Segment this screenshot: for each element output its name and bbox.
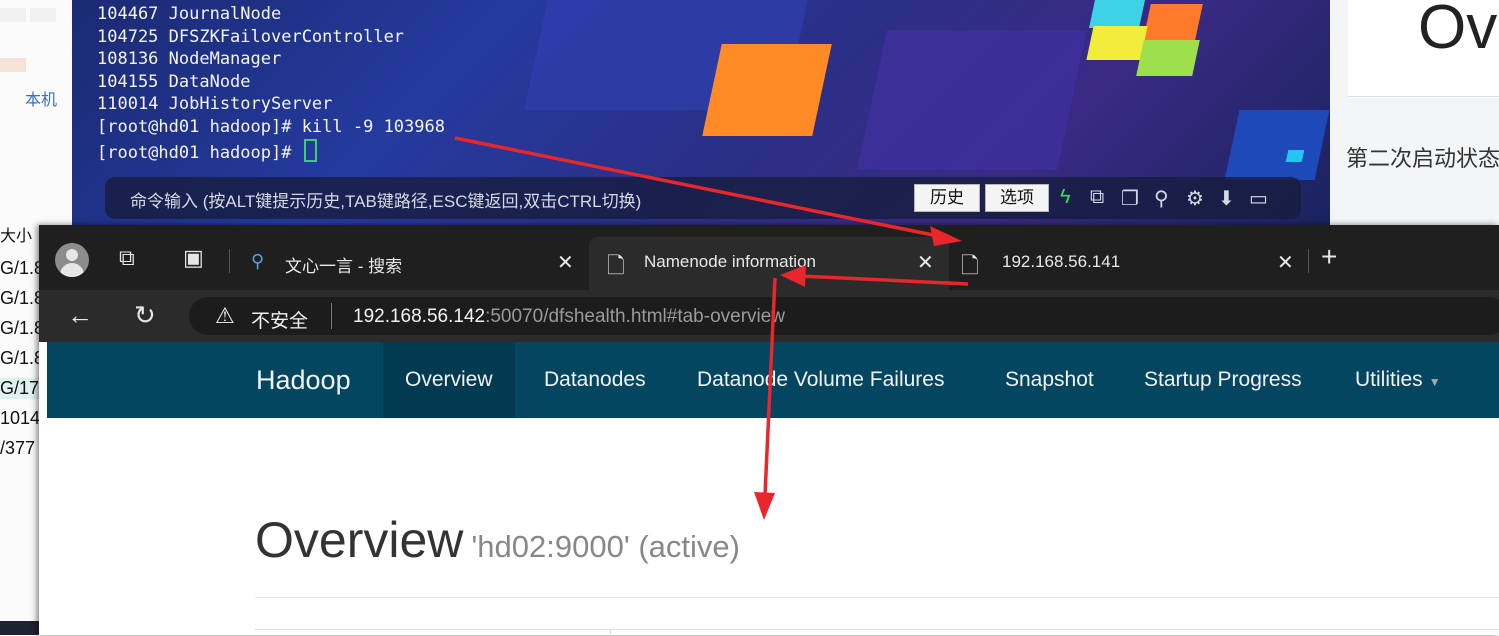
window-icon[interactable]: ▭ [1249, 186, 1268, 211]
terminal-line: 104725 DFSZKFailoverController [97, 26, 405, 47]
background-row: G/1.8 [0, 318, 45, 338]
background-text-fragment: 第二次启动状态 [1346, 147, 1499, 172]
search-icon: ⚲ [251, 251, 265, 271]
hadoop-navbar: Hadoop Overview Datanodes Datanode Volum… [47, 342, 1499, 418]
tab-actions-icon[interactable]: ▣ [183, 245, 204, 271]
url-text[interactable]: 192.168.56.142:50070/dfshealth.html#tab-… [353, 306, 785, 328]
wallpaper-tile [1086, 26, 1148, 60]
workspaces-icon[interactable]: ⧉ [119, 245, 135, 271]
caret-down-icon: ▼ [1428, 375, 1441, 389]
bolt-icon[interactable]: ϟ [1060, 186, 1071, 209]
wallpaper-tile [857, 30, 1087, 170]
terminal-line: 104467 JournalNode [97, 4, 282, 24]
close-icon[interactable]: ✕ [1277, 250, 1294, 275]
background-document-right: Ov 第二次启动状态 [1330, 0, 1499, 230]
background-thumbnail [0, 8, 26, 22]
nav-datanode-volume-failures[interactable]: Datanode Volume Failures [697, 342, 944, 418]
tab-title: Namenode information [644, 252, 816, 271]
close-icon[interactable]: ✕ [917, 250, 934, 275]
security-label[interactable]: 不安全 [251, 306, 308, 333]
gear-icon[interactable]: ⚙ [1186, 186, 1204, 211]
hadoop-brand[interactable]: Hadoop [256, 342, 351, 418]
back-arrow-icon[interactable]: ← [67, 300, 93, 331]
background-size-header: 大小 [0, 228, 33, 245]
divider [1348, 96, 1499, 97]
divider [331, 303, 332, 329]
nav-snapshot[interactable]: Snapshot [1005, 342, 1094, 418]
terminal-line: 110014 JobHistoryServer [97, 94, 333, 115]
background-thumbnail [30, 8, 56, 22]
background-row: G/1.8 [0, 258, 45, 278]
background-row: 1014 [0, 408, 41, 428]
history-button[interactable]: 历史 [914, 184, 980, 212]
nav-utilities[interactable]: Utilities ▼ [1355, 342, 1441, 418]
address-bar[interactable]: ⚠ 不安全 192.168.56.142:50070/dfshealth.htm… [189, 297, 1499, 335]
background-title-fragment: Ov [1418, 0, 1498, 62]
nav-datanodes[interactable]: Datanodes [544, 342, 646, 418]
warning-icon[interactable]: ⚠ [215, 303, 235, 329]
url-host: 192.168.56.142 [353, 306, 486, 327]
document-icon: 🗋 [607, 253, 625, 278]
paste-icon[interactable]: ❐ [1121, 186, 1139, 211]
browser-window: ⧉ ▣ ⚲ 文心一言 - 搜索 ✕ 🗋 Namenode information… [39, 225, 1499, 636]
tab-title: 文心一言 - 搜索 [285, 257, 403, 276]
nav-utilities-label: Utilities [1355, 368, 1423, 391]
wallpaper-tile [1224, 110, 1330, 180]
tab-title: 192.168.56.141 [1002, 252, 1121, 271]
divider [255, 597, 1499, 598]
background-taskbar-fragment [0, 621, 40, 635]
wallpaper-tile [1136, 40, 1200, 76]
command-input-placeholder[interactable]: 命令输入 (按ALT键提示历史,TAB键路径,ESC键返回,双击CTRL切换) [130, 187, 641, 212]
nav-startup-progress[interactable]: Startup Progress [1144, 342, 1302, 418]
nav-overview[interactable]: Overview [383, 342, 515, 418]
terminal-window[interactable]: 104467 JournalNode 104725 DFSZKFailoverC… [72, 0, 1330, 228]
wallpaper-tile [1089, 0, 1145, 28]
background-label: 本机 [25, 92, 58, 109]
tab-separator [229, 249, 230, 273]
search-icon[interactable]: ⚲ [1154, 186, 1169, 211]
background-row: G/1.8 [0, 288, 45, 308]
copy-icon[interactable]: ⧉ [1090, 186, 1104, 209]
wallpaper-tile [702, 44, 832, 136]
tab-strip: ⧉ ▣ ⚲ 文心一言 - 搜索 ✕ 🗋 Namenode information… [39, 225, 1499, 290]
options-button[interactable]: 选项 [985, 184, 1049, 212]
background-row: /377 [0, 438, 36, 458]
wallpaper-tile [1143, 4, 1203, 40]
new-tab-icon[interactable]: + [1321, 241, 1337, 273]
background-row: G/1.8 [0, 348, 45, 368]
url-path: :50070/dfshealth.html#tab-overview [485, 306, 786, 327]
page-title: Overview [255, 512, 464, 568]
download-icon[interactable]: ⬇ [1218, 186, 1235, 211]
terminal-line: [root@hd01 hadoop]# kill -9 103968 [97, 116, 445, 137]
tab-192-168-56-141[interactable]: 🗋 192.168.56.141 ✕ [957, 237, 1302, 290]
error-page-icon: 🗋 [961, 253, 979, 278]
background-row: G/17 [0, 378, 40, 399]
page-header: Overview'hd02:9000' (active) [255, 511, 740, 569]
profile-avatar[interactable] [55, 243, 89, 277]
tab-separator [1308, 249, 1309, 273]
wallpaper-tile [1285, 150, 1305, 162]
terminal-output: 104467 JournalNode 104725 DFSZKFailoverC… [97, 3, 445, 164]
tab-namenode-information[interactable]: 🗋 Namenode information ✕ [589, 237, 949, 290]
terminal-line: 104155 DataNode [97, 71, 251, 92]
address-row: ← ↻ ⚠ 不安全 192.168.56.142:50070/dfshealth… [39, 290, 1499, 342]
page-subtitle: 'hd02:9000' (active) [471, 529, 740, 564]
background-thumbnail [0, 58, 26, 72]
close-icon[interactable]: ✕ [557, 250, 574, 275]
terminal-line: 108136 NodeManager [97, 49, 282, 70]
refresh-icon[interactable]: ↻ [134, 300, 156, 331]
command-input-bar[interactable]: 命令输入 (按ALT键提示历史,TAB键路径,ESC键返回,双击CTRL切换) … [105, 177, 1301, 219]
tab-wenxin-search[interactable]: ⚲ 文心一言 - 搜索 ✕ [237, 237, 582, 290]
terminal-prompt: [root@hd01 hadoop]# [97, 142, 302, 163]
terminal-cursor [303, 138, 317, 162]
